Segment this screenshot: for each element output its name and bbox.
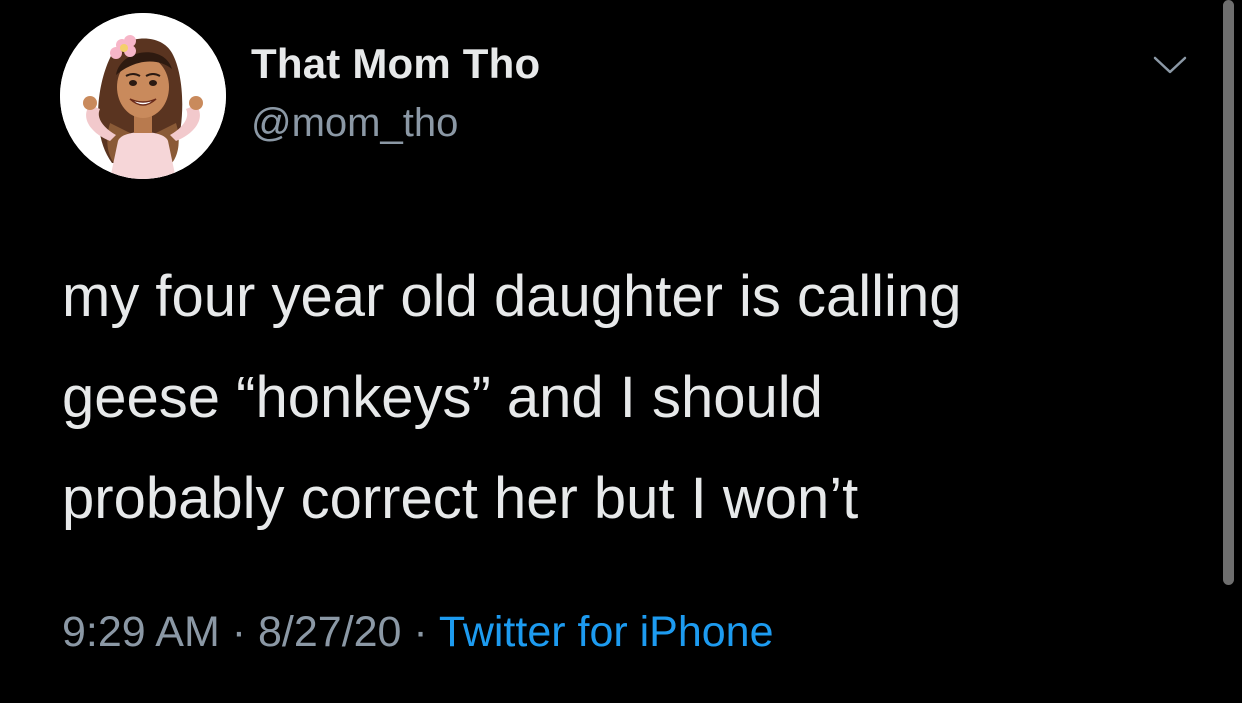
author-display-name[interactable]: That Mom Tho [251, 40, 540, 88]
tweet-text: my four year old daughter is calling gee… [62, 264, 962, 531]
author-handle[interactable]: @mom_tho [251, 101, 458, 146]
tweet-source-link[interactable]: Twitter for iPhone [439, 608, 774, 656]
avatar-bitmoji-woman-icon [60, 13, 226, 179]
meta-separator: · [413, 608, 428, 656]
tweet-time[interactable]: 9:29 AM [62, 608, 220, 656]
scrollbar[interactable] [1223, 0, 1234, 585]
tweet-meta: 9:29 AM · 8/27/20 · Twitter for iPhone [62, 608, 774, 657]
tweet-date[interactable]: 8/27/20 [258, 608, 401, 656]
chevron-down-icon[interactable] [1152, 52, 1188, 78]
avatar[interactable] [60, 13, 226, 179]
meta-separator: · [231, 608, 247, 656]
